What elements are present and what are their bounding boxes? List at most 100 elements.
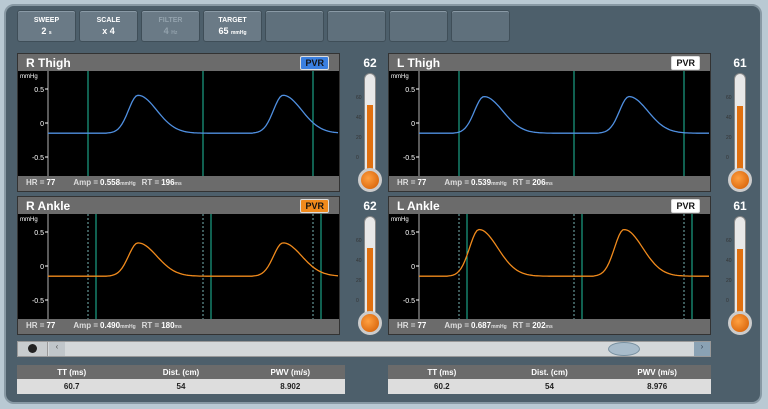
y-tick-label: 0.5 — [34, 87, 44, 94]
pulse-waveform — [48, 242, 339, 277]
gauge-tick-label: 0 — [356, 155, 359, 161]
y-tick-label: 0.5 — [405, 230, 415, 237]
gauge-tick-label: 40 — [726, 258, 732, 264]
gauge-tick-label: 60 — [356, 95, 362, 101]
amp-value: 0.687 — [471, 321, 492, 330]
scroll-left-button[interactable]: ‹ — [49, 342, 65, 356]
rt-value: 196 — [161, 178, 175, 187]
button-label: TARGET — [218, 17, 247, 24]
waveform-panel-l-thigh: L Thigh PVR mmHg 0.5 0 -0.5 HR = 77 Amp = 0.539… — [388, 53, 711, 192]
rt-label: RT = — [141, 321, 160, 330]
hr-value: 77 — [417, 178, 427, 187]
waveform-panel-r-ankle: R Ankle PVR mmHg 0.5 0 -0.5 HR = 77 Amp = 0.490… — [17, 196, 340, 335]
table-header: PWV (m/s) — [637, 367, 677, 377]
y-tick-label: -0.5 — [403, 298, 415, 305]
pvr-badge[interactable]: PVR — [671, 199, 700, 213]
rt-label: RT = — [141, 178, 160, 187]
empty-button — [389, 10, 448, 42]
gauge-bulb — [358, 311, 382, 335]
play-button[interactable] — [18, 342, 48, 356]
filter-button: FILTER 4 Hz — [141, 10, 200, 42]
table-cell: 60.7 — [63, 382, 80, 391]
y-tick-label: 0 — [40, 264, 44, 271]
gauge-tick-label: 0 — [726, 298, 729, 304]
pulse-waveform — [48, 94, 339, 134]
gauge-tick-label: 20 — [356, 135, 362, 141]
gauge-value: 62 — [363, 56, 377, 70]
y-tick-label: -0.5 — [403, 155, 415, 162]
table-cell: 54 — [545, 382, 554, 391]
amp-value: 0.539 — [471, 178, 492, 187]
sweep-button[interactable]: SWEEP 2 s — [17, 10, 76, 42]
gauge-tick-label: 40 — [356, 258, 362, 264]
waveform-plot: mmHg 0.5 0 -0.5 — [389, 214, 710, 319]
panel-metrics: HR = 77 Amp = 0.490mmHg RT = 180ms — [26, 321, 182, 330]
pressure-gauge: 60 40 20 0 — [356, 216, 383, 336]
pressure-gauge: 60 40 20 0 — [726, 216, 753, 336]
gauge-tick-label: 0 — [356, 298, 359, 304]
waveform-plot: mmHg 0.5 0 -0.5 — [389, 71, 710, 176]
gauge-value: 61 — [733, 56, 747, 70]
table-cell: 54 — [176, 382, 186, 391]
button-value: 4 Hz — [163, 26, 178, 36]
amp-label: Amp = — [444, 321, 470, 330]
gauge-tick-label: 20 — [726, 278, 732, 284]
button-value: x 4 — [102, 26, 115, 36]
target-button[interactable]: TARGET 65 mmHg — [203, 10, 262, 42]
amp-value: 0.490 — [100, 321, 121, 330]
amp-label: Amp = — [73, 178, 99, 187]
table-cell: 60.2 — [434, 382, 450, 391]
y-unit-label: mmHg — [20, 217, 38, 223]
timeline-scrollbar[interactable]: ‹ › — [17, 341, 711, 357]
play-icon — [28, 344, 37, 353]
y-tick-label: -0.5 — [32, 298, 44, 305]
y-tick-label: 0 — [40, 121, 44, 128]
table-cell: 8.976 — [647, 382, 668, 391]
waveform-panel-r-thigh: R Thigh PVR mmHg 0.5 0 -0.5 HR = 77 Amp = 0.558… — [17, 53, 340, 192]
waveform-plot: mmHg 0.5 0 -0.5 — [18, 214, 339, 319]
button-label: FILTER — [158, 17, 183, 24]
gauge-tick-label: 0 — [726, 155, 729, 161]
gauge-bulb — [728, 168, 752, 192]
gauge-tick-label: 60 — [726, 238, 732, 244]
y-tick-label: 0 — [411, 264, 415, 271]
scroll-right-button[interactable]: › — [694, 342, 710, 356]
panel-metrics: HR = 77 Amp = 0.687mmHg RT = 202ms — [397, 321, 553, 330]
pvr-badge[interactable]: PVR — [300, 56, 329, 70]
gauge-value: 62 — [363, 199, 377, 213]
y-unit-label: mmHg — [391, 217, 409, 223]
gauge-value: 61 — [733, 199, 747, 213]
pulse-waveform — [419, 228, 709, 277]
scroll-thumb[interactable] — [608, 342, 640, 356]
gauge-tick-label: 20 — [356, 278, 362, 284]
pwv-table: TT (ms) Dist. (cm) PWV (m/s) 60.2 54 8.976 — [388, 365, 711, 394]
gauge-tick-label: 40 — [356, 115, 362, 121]
button-value: 2 s — [41, 26, 52, 36]
rt-value: 202 — [532, 321, 546, 330]
table-header: Dist. (cm) — [162, 367, 200, 377]
gauge-tick-label: 40 — [726, 115, 732, 121]
y-unit-label: mmHg — [20, 74, 38, 80]
panel-metrics: HR = 77 Amp = 0.558mmHg RT = 196ms — [26, 178, 182, 187]
gauge-bulb — [358, 168, 382, 192]
button-label: SWEEP — [33, 17, 60, 24]
panel-title: L Ankle — [397, 199, 440, 213]
hr-value: 77 — [417, 321, 427, 330]
y-tick-label: 0 — [411, 121, 415, 128]
hr-label: HR = — [397, 178, 416, 187]
empty-button — [265, 10, 324, 42]
y-tick-label: 0.5 — [34, 230, 44, 237]
rt-label: RT = — [512, 321, 531, 330]
hr-label: HR = — [397, 321, 416, 330]
pvr-badge[interactable]: PVR — [671, 56, 700, 70]
amp-label: Amp = — [73, 321, 99, 330]
waveform-panel-l-ankle: L Ankle PVR mmHg 0.5 0 -0.5 HR = 77 Amp = 0.687… — [388, 196, 711, 335]
pulse-waveform — [419, 95, 709, 134]
y-tick-label: -0.5 — [32, 155, 44, 162]
pressure-gauge: 60 40 20 0 — [356, 73, 383, 193]
scale-button[interactable]: SCALE x 4 — [79, 10, 138, 42]
rt-label: RT = — [512, 178, 531, 187]
pvr-badge[interactable]: PVR — [300, 199, 329, 213]
button-value: 65 mmHg — [218, 26, 247, 36]
button-label: SCALE — [96, 17, 121, 24]
